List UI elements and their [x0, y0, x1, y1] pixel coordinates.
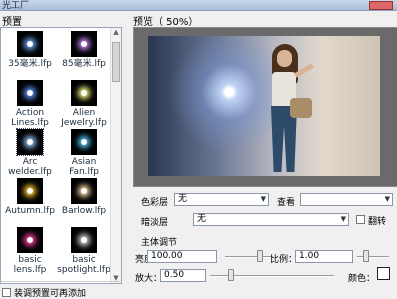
preset-grid: 35毫米.lfp 85毫米.lfp Action Lines.lfp Alien Je…	[1, 28, 111, 283]
preset-item[interactable]: 85毫米.lfp	[57, 31, 111, 69]
fade-layer-select[interactable]: 无 ▼	[193, 213, 349, 226]
preset-thumbnail[interactable]	[17, 227, 43, 253]
preset-item[interactable]: Action Lines.lfp	[3, 80, 57, 128]
flip-checkbox[interactable]	[356, 215, 365, 224]
preset-thumbnail[interactable]	[17, 80, 43, 106]
preset-item[interactable]: Barlow.lfp	[57, 178, 111, 216]
flip-label: 翻转	[368, 217, 387, 227]
fade-layer-label: 暗淡层	[141, 218, 169, 228]
preset-thumbnail[interactable]	[17, 31, 43, 57]
brightness-input[interactable]: 100.00	[147, 250, 217, 263]
preset-item[interactable]: Arc welder.lfp	[3, 128, 57, 177]
zoom-label: 放大：	[135, 274, 163, 284]
close-button[interactable]	[369, 1, 393, 10]
preset-name: basic lens.lfp	[13, 255, 47, 275]
preset-name: Asian Fan.lfp	[69, 157, 99, 177]
window-title: 光工厂	[2, 1, 30, 11]
color-layer-label: 色彩层	[141, 198, 169, 208]
divider	[0, 281, 122, 282]
color-label: 颜色：	[348, 274, 376, 284]
preset-thumbnail[interactable]	[71, 129, 97, 155]
add-presets-checkbox[interactable]: 装调预置可再添加	[2, 286, 86, 299]
preset-name: Autumn.lfp	[5, 206, 55, 216]
preset-item[interactable]: Asian Fan.lfp	[57, 129, 111, 177]
preset-name: 85毫米.lfp	[62, 59, 106, 69]
view-label: 查看	[277, 198, 296, 208]
brightness-slider[interactable]	[225, 256, 273, 258]
preset-item[interactable]: Alien Jewelry.lfp	[57, 80, 111, 128]
chevron-down-icon: ▼	[260, 195, 266, 203]
preset-name: 35毫米.lfp	[8, 59, 52, 69]
chevron-down-icon: ▼	[384, 195, 390, 203]
preset-item[interactable]: 35毫米.lfp	[3, 31, 57, 69]
title-bar: 光工厂	[0, 0, 397, 11]
preset-thumbnail[interactable]	[17, 178, 43, 204]
preset-thumbnail[interactable]	[71, 178, 97, 204]
view-select[interactable]: ▼	[300, 193, 393, 206]
preset-item[interactable]: Autumn.lfp	[3, 178, 57, 216]
zoom-input[interactable]: 0.50	[160, 269, 206, 282]
fade-layer-value: 无	[197, 214, 207, 224]
color-layer-value: 无	[178, 194, 188, 204]
color-swatch[interactable]	[377, 267, 390, 280]
preset-name: Barlow.lfp	[61, 206, 107, 216]
ratio-label: 比例：	[270, 255, 298, 265]
zoom-slider-handle[interactable]	[228, 269, 234, 281]
presets-scrollbar[interactable]: ▲ ▼	[110, 28, 121, 283]
preset-thumbnail[interactable]	[16, 128, 44, 156]
preset-item[interactable]: basic spotlight.lfp	[57, 227, 111, 275]
preset-thumbnail[interactable]	[71, 227, 97, 253]
ratio-slider-handle[interactable]	[363, 250, 369, 262]
preset-item[interactable]: basic lens.lfp	[3, 227, 57, 275]
preset-name: Action Lines.lfp	[11, 108, 49, 128]
ratio-slider[interactable]	[357, 256, 389, 258]
add-presets-label: 装调预置可再添加	[14, 289, 87, 299]
preview-frame	[133, 27, 397, 187]
main-adjust-label: 主体调节	[141, 238, 178, 248]
model-figure	[260, 42, 314, 176]
preset-thumbnail[interactable]	[71, 31, 97, 57]
color-layer-select[interactable]: 无 ▼	[174, 193, 269, 206]
scroll-thumb[interactable]	[112, 42, 120, 82]
presets-panel: 35毫米.lfp 85毫米.lfp Action Lines.lfp Alien Je…	[0, 27, 122, 284]
brightness-slider-handle[interactable]	[257, 250, 263, 262]
ratio-input[interactable]: 1.00	[295, 250, 353, 263]
preset-thumbnail[interactable]	[71, 80, 97, 106]
chevron-down-icon: ▼	[340, 215, 346, 223]
scroll-up-icon[interactable]: ▲	[112, 28, 120, 37]
presets-label: 预置	[2, 17, 22, 28]
preset-name: Alien Jewelry.lfp	[61, 108, 107, 128]
preset-name: basic spotlight.lfp	[57, 255, 111, 275]
preview-label: 预览（ 50%）	[133, 17, 199, 28]
checkbox-icon[interactable]	[2, 288, 11, 297]
preset-name: Arc welder.lfp	[8, 157, 52, 177]
preview-image[interactable]	[148, 36, 380, 176]
